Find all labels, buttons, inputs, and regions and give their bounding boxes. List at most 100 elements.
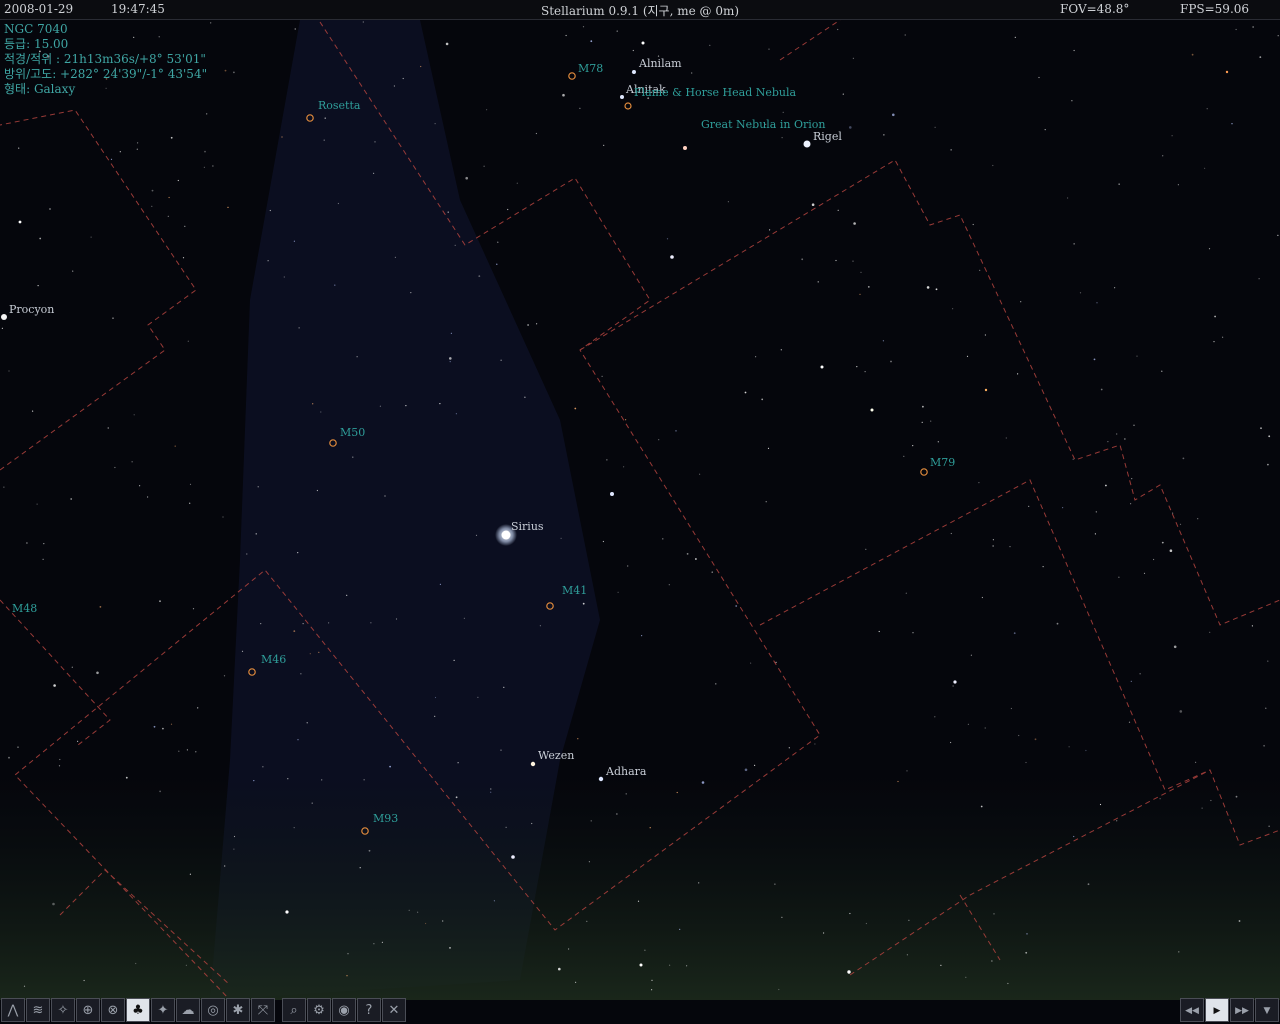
background-star	[754, 764, 756, 767]
background-star	[970, 654, 973, 656]
background-star	[37, 285, 39, 287]
background-star	[1267, 660, 1269, 662]
m50-label: M50	[340, 426, 366, 439]
background-star	[42, 558, 44, 560]
background-star	[935, 288, 938, 291]
background-star	[362, 21, 364, 23]
background-star	[373, 943, 375, 945]
rewind-button[interactable]: ◀◀	[1180, 998, 1204, 1022]
cardinal-points-button[interactable]: ✦	[151, 998, 175, 1022]
background-star	[170, 723, 173, 725]
background-star	[281, 136, 283, 138]
background-star	[1114, 287, 1116, 289]
background-star	[373, 172, 375, 174]
configuration-button[interactable]: ⚙	[307, 998, 331, 1022]
object-info-panel: NGC 7040 등급: 15.00 적경/적위 : 21h13m36s/+8°…	[4, 22, 207, 97]
background-star	[206, 113, 208, 115]
realtime-icon: ▶	[1213, 1006, 1221, 1016]
background-star	[500, 749, 502, 751]
background-star	[381, 941, 383, 944]
background-star	[224, 865, 226, 867]
search-button[interactable]: ⌕	[282, 998, 306, 1022]
background-star	[439, 403, 441, 405]
background-star	[1042, 566, 1044, 568]
azimuthal-grid-button[interactable]: ⊕	[76, 998, 100, 1022]
night-mode-button[interactable]: ✱	[226, 998, 250, 1022]
background-star	[1267, 463, 1269, 466]
atmosphere-icon: ☁	[181, 1003, 195, 1018]
background-star	[293, 630, 296, 632]
background-star	[950, 532, 952, 535]
background-star	[203, 166, 205, 168]
background-star	[463, 617, 465, 619]
procyon-label: Procyon	[9, 303, 55, 316]
rigel-label: Rigel	[813, 130, 842, 143]
background-star	[617, 591, 619, 593]
sky-view[interactable]	[0, 0, 1280, 1024]
background-star	[457, 762, 459, 764]
background-star	[1073, 243, 1075, 245]
background-star	[417, 911, 419, 913]
ground-button[interactable]: ♣	[126, 998, 150, 1022]
background-star	[892, 113, 895, 117]
background-star	[849, 126, 852, 129]
visibility-button[interactable]: ◉	[332, 998, 356, 1022]
background-star	[337, 202, 339, 205]
constellation-lines-button[interactable]: ⋀	[1, 998, 25, 1022]
background-star	[363, 779, 365, 781]
background-star	[1268, 435, 1271, 438]
background-star	[83, 979, 85, 982]
procyon-star	[1, 314, 7, 320]
background-star	[151, 205, 153, 207]
background-star	[347, 953, 349, 955]
equatorial-grid-button[interactable]: ⊗	[101, 998, 125, 1022]
background-star	[823, 932, 825, 934]
background-star	[575, 981, 577, 983]
background-star	[539, 625, 542, 627]
background-star	[623, 466, 625, 468]
background-star	[934, 126, 936, 128]
nebulae-icon: ◎	[207, 1003, 219, 1018]
time-now-button[interactable]: ▼	[1255, 998, 1279, 1022]
background-star	[1079, 292, 1082, 294]
cardinal-points-icon: ✦	[157, 1003, 169, 1018]
background-star	[641, 635, 643, 637]
constellation-art-button[interactable]: ✧	[51, 998, 75, 1022]
fullscreen-button[interactable]: ⤧	[251, 998, 275, 1022]
background-star	[135, 962, 137, 965]
background-star	[940, 964, 942, 967]
background-star	[53, 684, 56, 687]
nebulae-button[interactable]: ◎	[201, 998, 225, 1022]
background-star	[269, 209, 271, 212]
background-star	[112, 317, 114, 319]
background-star	[182, 257, 185, 259]
background-star	[1251, 625, 1253, 627]
background-star	[853, 222, 856, 225]
background-star	[402, 77, 404, 80]
help-button[interactable]: ?	[357, 998, 381, 1022]
background-star	[233, 71, 235, 74]
background-star	[709, 44, 711, 47]
background-star	[324, 117, 326, 119]
background-star	[1197, 518, 1199, 520]
background-star	[590, 820, 592, 822]
background-star	[903, 455, 905, 457]
background-star	[627, 565, 629, 567]
constellation-names-button[interactable]: ≋	[26, 998, 50, 1022]
background-star	[934, 716, 936, 718]
background-star	[1153, 558, 1155, 561]
background-star	[735, 605, 738, 607]
background-star	[36, 503, 38, 505]
constellation-art-icon: ✧	[57, 1003, 69, 1018]
background-star	[767, 447, 770, 449]
realtime-button[interactable]: ▶	[1205, 998, 1229, 1022]
background-star	[3, 486, 5, 488]
background-star	[449, 361, 451, 363]
quit-button[interactable]: ✕	[382, 998, 406, 1022]
fast-forward-button[interactable]: ▶▶	[1230, 998, 1254, 1022]
background-star	[698, 882, 700, 884]
atmosphere-button[interactable]: ☁	[176, 998, 200, 1022]
wezen-star	[530, 761, 536, 767]
background-star	[649, 827, 651, 829]
background-star	[765, 501, 767, 503]
